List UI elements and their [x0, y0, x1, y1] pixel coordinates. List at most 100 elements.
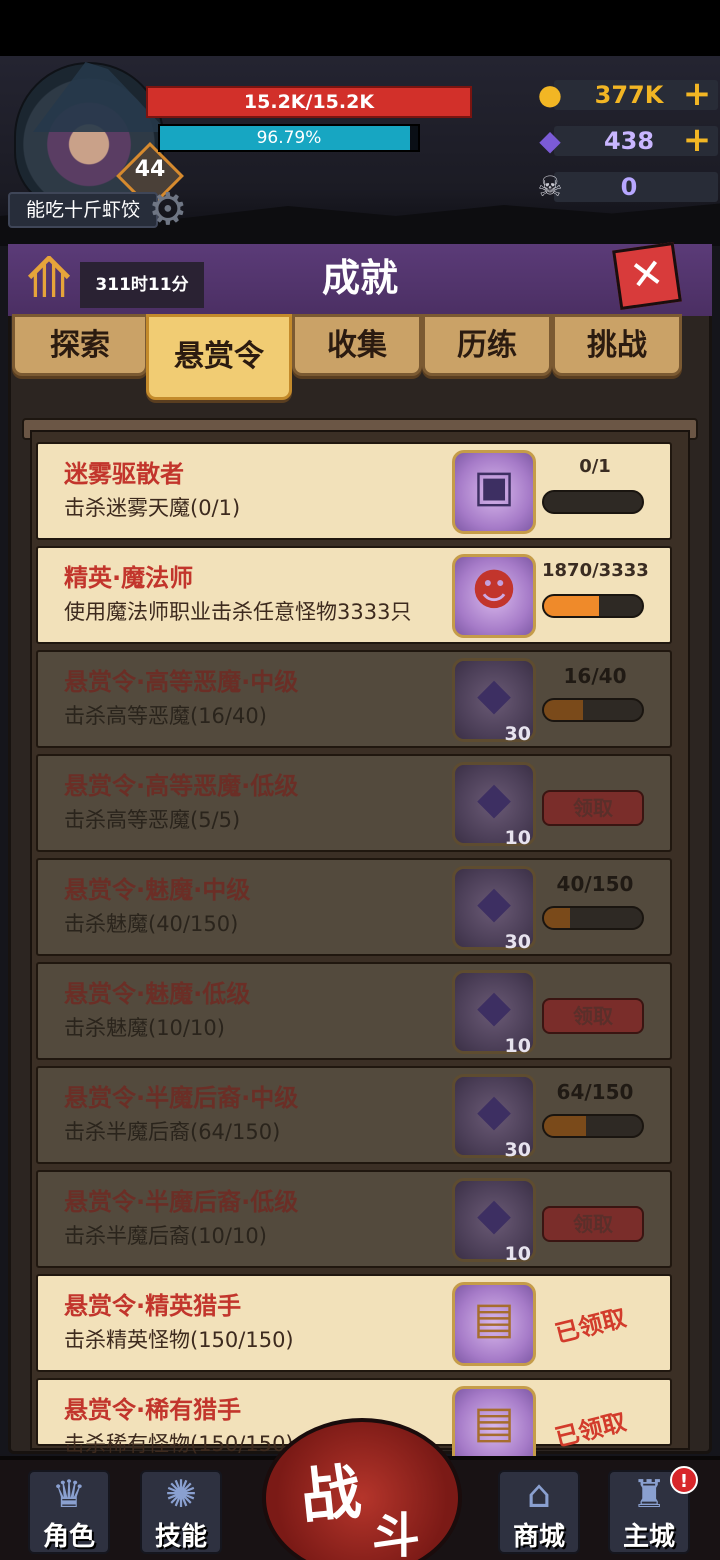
shop-icon: ⌂	[526, 1472, 552, 1516]
nav-city-label: 主城	[622, 1522, 675, 1552]
gold-plus-button[interactable]: +	[682, 76, 712, 114]
battle-label-1: 战	[297, 1457, 365, 1533]
achievement-title: 悬赏令·魅魔·低级	[64, 980, 251, 1008]
achievement-row[interactable]: 悬赏令·魅魔·中级 击杀魅魔(40/150) ◆ 30 40/150	[36, 858, 672, 956]
nav-role[interactable]: ♛ 角色	[28, 1470, 110, 1554]
nav-shop-label: 商城	[512, 1522, 565, 1552]
achievement-desc: 击杀半魔后裔(64/150)	[64, 1120, 281, 1144]
achievement-desc: 击杀稀有怪物(150/150)	[64, 1432, 294, 1456]
achievement-desc: 击杀半魔后裔(10/10)	[64, 1224, 267, 1248]
achievement-desc: 击杀迷雾天魔(0/1)	[64, 496, 241, 520]
reward-slot[interactable]: ◆ 30	[452, 1074, 536, 1161]
nav-skill-label: 技能	[154, 1522, 207, 1552]
tab-training[interactable]: 历练	[422, 314, 552, 376]
reward-count: 10	[504, 1035, 531, 1057]
tab-explore[interactable]: 探索	[12, 314, 148, 376]
achievement-row[interactable]: 悬赏令·高等恶魔·中级击杀高等恶魔(16/40) ◆ 30 16/40	[36, 650, 672, 748]
achievement-row[interactable]: 悬赏令·半魔后裔·中级 击杀半魔后裔(64/150) ◆ 30 64/150	[36, 1066, 672, 1164]
crystal-icon: ◆	[477, 1189, 511, 1240]
tab-bounty[interactable]: 悬赏令	[146, 314, 292, 400]
claimed-stamp: 已领取	[552, 1407, 629, 1453]
progress-text: 16/40	[563, 664, 627, 688]
achievement-desc: 击杀精英怪物(150/150)	[64, 1328, 294, 1352]
purple-crystal-icon: ◆	[539, 124, 561, 157]
resource-skull: ☠ 0	[530, 168, 720, 206]
achievement-title: 悬赏令·稀有猎手	[64, 1396, 242, 1424]
crystal-icon: ◆	[477, 877, 511, 928]
claim-button[interactable]: 领取	[542, 998, 644, 1034]
reward-slot[interactable]: ◆ 10	[452, 762, 536, 849]
gold-chest-icon: ▤	[473, 1293, 515, 1344]
city-notification-badge: !	[670, 1466, 698, 1494]
progress-text: 64/150	[556, 1080, 634, 1104]
gold-value: 377K	[594, 81, 664, 109]
achievement-row[interactable]: 精英·魔法师 使用魔法师职业击杀任意怪物3333只 ☻ 1870/3333	[36, 546, 672, 644]
progress-text: 40/150	[556, 872, 634, 896]
skull-value: 0	[620, 173, 638, 201]
reward-slot[interactable]: ▤	[452, 1282, 536, 1366]
reward-slot[interactable]: ◆ 10	[452, 1178, 536, 1265]
gold-coin-icon: ●	[537, 78, 563, 111]
close-button[interactable]: ✕	[612, 241, 682, 311]
achievement-row[interactable]: 悬赏令·高等恶魔·低级击杀高等恶魔(5/5) ◆ 10 领取	[36, 754, 672, 852]
settings-gear-icon[interactable]: ⚙	[148, 188, 196, 236]
mage-portrait-icon: ☻	[471, 565, 517, 616]
battle-label-2: 斗	[372, 1508, 421, 1560]
claim-button[interactable]: 领取	[542, 790, 644, 826]
reward-count: 30	[504, 1139, 531, 1161]
reward-slot[interactable]: ☻	[452, 554, 536, 638]
achievement-title: 悬赏令·精英猎手	[64, 1292, 242, 1320]
achievement-row[interactable]: 悬赏令·魅魔·低级击杀魅魔(10/10) ◆ 10 领取	[36, 962, 672, 1060]
hp-bar: 15.2K/15.2K	[146, 86, 472, 118]
resource-gold: ● 377K +	[530, 76, 720, 114]
achievement-desc: 击杀高等恶魔(16/40)	[64, 704, 267, 728]
nav-skill[interactable]: ✺ 技能	[140, 1470, 222, 1554]
progress-bar	[542, 1114, 644, 1138]
claim-button[interactable]: 领取	[542, 1206, 644, 1242]
progress-text: 0/1	[579, 456, 611, 477]
progress-fill	[544, 1116, 586, 1136]
nav-role-label: 角色	[42, 1522, 95, 1552]
progress-fill	[544, 596, 599, 616]
tab-challenge[interactable]: 挑战	[552, 314, 682, 376]
achievement-row[interactable]: 悬赏令·半魔后裔·低级击杀半魔后裔(10/10) ◆ 10 领取	[36, 1170, 672, 1268]
achievement-title: 悬赏令·高等恶魔·中级	[64, 668, 299, 696]
crystal-plus-button[interactable]: +	[682, 122, 712, 160]
tab-bar: 探索 悬赏令 收集 历练 挑战	[8, 314, 712, 404]
resource-crystal: ◆ 438 +	[530, 122, 720, 160]
reward-count: 30	[504, 931, 531, 953]
nav-shop[interactable]: ⌂ 商城	[498, 1470, 580, 1554]
reward-slot[interactable]: ◆ 30	[452, 866, 536, 953]
progress-bar	[542, 698, 644, 722]
achievement-desc: 击杀魅魔(10/10)	[64, 1016, 225, 1040]
progress-bar	[542, 490, 644, 514]
ram-skull-icon: ☠	[537, 170, 563, 203]
mp-text: 96.79%	[256, 128, 322, 148]
crystal-icon: ◆	[477, 669, 511, 720]
status-bar	[0, 0, 720, 56]
crystal-icon: ◆	[477, 981, 511, 1032]
achievement-row[interactable]: 悬赏令·精英猎手击杀精英怪物(150/150) ▤ 已领取	[36, 1274, 672, 1372]
crystal-icon: ◆	[477, 773, 511, 824]
reward-count: 10	[504, 827, 531, 849]
reward-count: 30	[504, 723, 531, 745]
progress-bar	[542, 906, 644, 930]
tab-collect[interactable]: 收集	[292, 314, 422, 376]
reward-slot[interactable]: ▣	[452, 450, 536, 534]
claimed-stamp: 已领取	[552, 1303, 629, 1349]
gold-chest-icon: ▤	[473, 1397, 515, 1448]
player-name: 能吃十斤虾饺	[8, 192, 158, 228]
season-emblem-icon: ⟰	[25, 246, 73, 311]
achievement-title: 迷雾驱散者	[64, 460, 184, 488]
progress-fill	[544, 908, 571, 928]
crystal-value: 438	[603, 127, 655, 155]
reward-slot[interactable]: ◆ 30	[452, 658, 536, 745]
level-text: 44	[134, 157, 166, 182]
achievement-desc: 击杀高等恶魔(5/5)	[64, 808, 241, 832]
panel-title: 成就	[321, 256, 398, 300]
achievement-row[interactable]: 迷雾驱散者击杀迷雾天魔(0/1) ▣ 0/1	[36, 442, 672, 540]
progress-fill	[544, 700, 584, 720]
reward-slot[interactable]: ◆ 10	[452, 970, 536, 1057]
achievement-title: 悬赏令·半魔后裔·低级	[64, 1188, 299, 1216]
achievement-title: 悬赏令·高等恶魔·低级	[64, 772, 299, 800]
